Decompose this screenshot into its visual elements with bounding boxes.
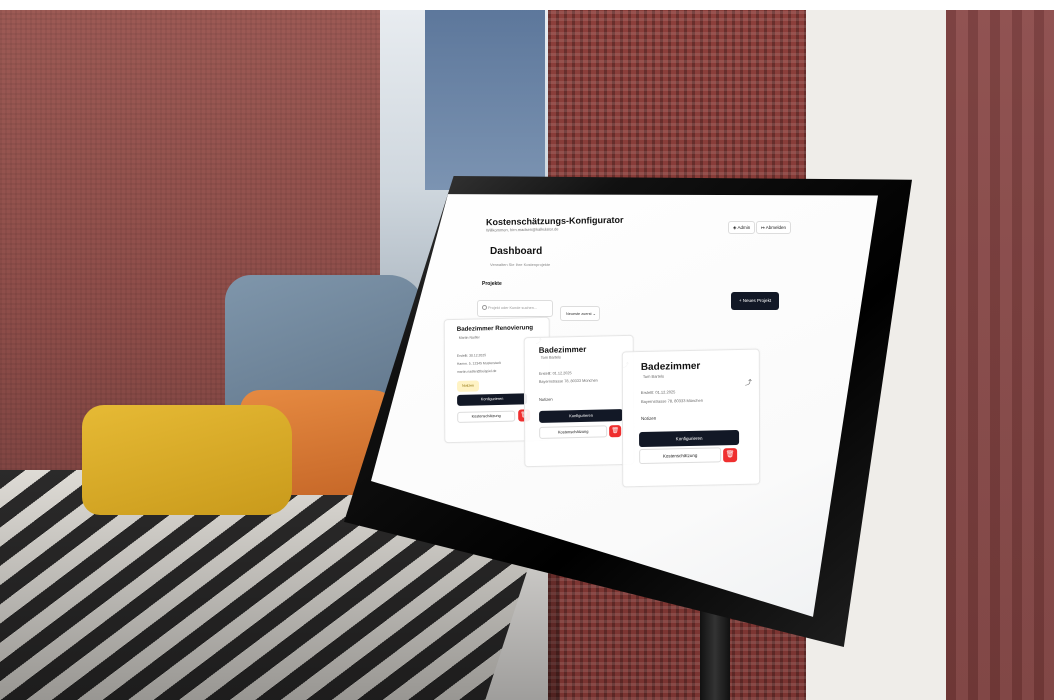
card-title: Badezimmer Renovierung — [456, 324, 534, 333]
card-title: Badezimmer — [538, 344, 587, 355]
notes-button[interactable]: Notizen — [539, 394, 569, 405]
search-input[interactable]: Projekt oder Kunde suchen... — [477, 300, 553, 317]
sort-value: Neueste zuerst — [566, 312, 592, 316]
delete-button[interactable]: 🗑 — [609, 425, 622, 438]
card-created: Erstellt: 30.12.2025 — [456, 353, 487, 358]
projects-heading: Projekte — [482, 281, 502, 287]
card-address: Hamm. 5, 12345 Musterstadt — [456, 360, 501, 366]
project-card: Badezimmer Tom Bartels ⤴ Erstellt: 01.12… — [523, 334, 635, 468]
card-address: Bayernstrasse 78, 80333 München — [538, 378, 598, 384]
notes-button[interactable]: Notizen — [457, 380, 480, 392]
configure-button[interactable]: Konfigurieren — [539, 409, 624, 423]
card-title: Badezimmer — [640, 360, 701, 374]
search-icon — [482, 305, 487, 310]
delete-button[interactable]: 🗑 — [723, 448, 738, 463]
page-subtitle: Verwalten Sie Ihre Kostenprojekte — [490, 262, 551, 267]
card-person: Tom Bartels — [642, 373, 664, 380]
app-subtitle: Willkommen, hirn.madsen@kalkulator.de — [486, 226, 559, 233]
logout-label: Abmelden — [765, 225, 787, 230]
app-title: Kostenschätzungs-Konfigurator — [486, 214, 624, 228]
card-person: Martin Nadler — [458, 335, 480, 340]
sort-select[interactable]: Neueste zuerst ⌄ — [560, 306, 600, 321]
configure-button[interactable]: Konfigurieren — [639, 429, 740, 448]
card-created: Erstellt: 01.12.2025 — [538, 371, 572, 376]
card-created: Erstellt: 01.12.2025 — [640, 389, 676, 396]
card-email: martin.nadler@beispiel.de — [456, 369, 497, 374]
project-card: Badezimmer Tom Bartels ⤴ Erstellt: 01.12… — [621, 348, 761, 488]
card-address: Bayernstrasse 78, 80333 München — [640, 397, 703, 405]
notes-button[interactable]: Notizen — [641, 412, 673, 424]
page-title: Dashboard — [490, 246, 543, 257]
admin-button[interactable]: ◈ Admin — [728, 221, 756, 234]
card-person: Tom Bartels — [540, 355, 561, 360]
logout-button[interactable]: ↦ Abmelden — [756, 221, 792, 234]
search-placeholder: Projekt oder Kunde suchen... — [488, 306, 537, 310]
dashboard-ui: Kostenschätzungs-Konfigurator Willkommen… — [0, 0, 1054, 700]
estimate-button[interactable]: Kostenschätzung — [457, 410, 516, 423]
trash-icon: 🗑 — [611, 428, 619, 435]
estimate-button[interactable]: Kostenschätzung — [639, 447, 722, 465]
trash-icon: 🗑 — [725, 451, 735, 459]
admin-label: Admin — [737, 225, 751, 230]
estimate-button[interactable]: Kostenschätzung — [539, 425, 608, 439]
chevron-down-icon: ⌄ — [592, 312, 596, 316]
configure-button[interactable]: Konfigurieren — [457, 393, 528, 406]
share-icon[interactable]: ⤴ — [745, 378, 752, 388]
new-project-button[interactable]: + Neues Projekt — [731, 292, 779, 310]
